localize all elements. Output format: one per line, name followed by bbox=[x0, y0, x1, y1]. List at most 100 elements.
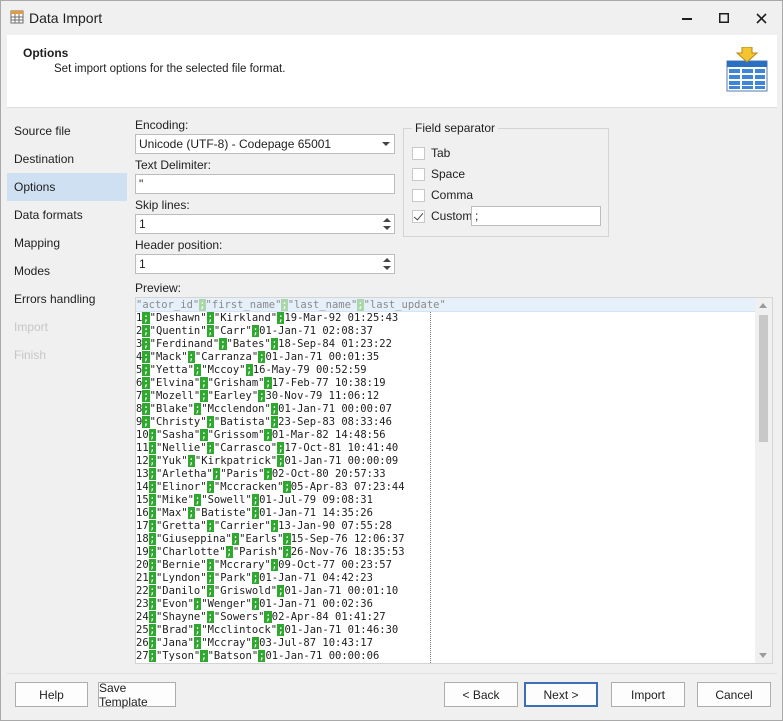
space-checkbox-row[interactable]: Space bbox=[412, 166, 465, 182]
table-row: 2;"Quentin";"Carr";01-Jan-71 02:08:37 bbox=[136, 325, 446, 338]
separator-mark: ; bbox=[283, 533, 291, 545]
preview-cell: "Grissom" bbox=[207, 429, 265, 441]
spin-up-icon[interactable] bbox=[383, 258, 391, 262]
table-row: 11;"Nellie";"Carrasco";17-Oct-81 10:41:4… bbox=[136, 442, 446, 455]
preview-cell: 16-May-79 00:52:59 bbox=[252, 364, 367, 376]
preview-cell: "Batson" bbox=[207, 650, 259, 662]
preview-cell: 11 bbox=[136, 442, 149, 454]
separator-mark: ; bbox=[264, 377, 272, 389]
preview-cell: "Carrasco" bbox=[213, 442, 278, 454]
preview-cell: "Paris" bbox=[220, 468, 265, 480]
text-delimiter-label: Text Delimiter: bbox=[135, 158, 212, 172]
separator-mark: ; bbox=[142, 364, 150, 376]
encoding-label: Encoding: bbox=[135, 118, 189, 132]
preview-cell: "Mozell" bbox=[149, 390, 201, 402]
cancel-button[interactable]: Cancel bbox=[697, 682, 771, 707]
preview-header-row: "actor_id";"first_name";"last_name";"las… bbox=[136, 299, 446, 312]
separator-mark: ; bbox=[187, 455, 195, 467]
separator-mark: ; bbox=[148, 650, 156, 662]
sidebar-item-mapping[interactable]: Mapping bbox=[7, 229, 127, 257]
back-button[interactable]: < Back bbox=[444, 682, 518, 707]
text-delimiter-input[interactable]: " bbox=[135, 174, 395, 194]
close-button[interactable] bbox=[741, 1, 781, 35]
spin-down-icon[interactable] bbox=[383, 226, 391, 230]
preview-pane[interactable]: "actor_id"; "first_name"; "last_name"; "las… bbox=[135, 297, 773, 664]
preview-cell: "Tyson" bbox=[155, 650, 201, 662]
separator-mark: ; bbox=[148, 455, 156, 467]
table-import-icon bbox=[725, 46, 769, 93]
close-icon bbox=[755, 12, 767, 24]
header-position-label: Header position: bbox=[135, 238, 223, 252]
preview-cell: 01-Jan-71 00:00:06 bbox=[265, 650, 380, 662]
tab-checkbox-label: Tab bbox=[431, 146, 451, 160]
custom-checkbox[interactable] bbox=[412, 209, 425, 223]
sidebar-item-modes[interactable]: Modes bbox=[7, 257, 127, 285]
table-row: 14;"Elinor";"Mccracken";05-Apr-83 07:23:… bbox=[136, 481, 446, 494]
space-checkbox[interactable] bbox=[412, 167, 425, 181]
separator-mark: ; bbox=[148, 637, 156, 649]
separator-mark: ; bbox=[142, 325, 150, 337]
table-row: 7;"Mozell";"Earley";30-Nov-79 11:06:12 bbox=[136, 390, 446, 403]
table-row: 15;"Mike";"Sowell";01-Jul-79 09:08:31 bbox=[136, 494, 446, 507]
scroll-up-icon[interactable] bbox=[759, 303, 767, 308]
skip-lines-stepper[interactable]: 1 bbox=[135, 214, 395, 234]
sidebar-item-data-formats[interactable]: Data formats bbox=[7, 201, 127, 229]
preview-cell: "last_update" bbox=[363, 299, 446, 311]
preview-cell: 02-Apr-84 01:41:27 bbox=[271, 611, 386, 623]
separator-mark: ; bbox=[148, 442, 156, 454]
custom-checkbox-row[interactable]: Custom bbox=[412, 208, 472, 224]
custom-separator-input[interactable]: ; bbox=[471, 206, 601, 226]
preview-cell: 18-Sep-84 01:23:22 bbox=[278, 338, 392, 350]
separator-mark: ; bbox=[245, 364, 253, 376]
preview-cell: 17-Feb-77 10:38:19 bbox=[271, 377, 386, 389]
scroll-thumb[interactable] bbox=[759, 315, 768, 442]
spin-up-icon[interactable] bbox=[383, 218, 391, 222]
separator-mark: ; bbox=[200, 390, 208, 402]
step-header: Options Set import options for the selec… bbox=[7, 35, 777, 108]
maximize-button[interactable] bbox=[704, 1, 744, 35]
tab-checkbox[interactable] bbox=[412, 146, 425, 160]
comma-checkbox[interactable] bbox=[412, 188, 425, 202]
wizard-steps: Source file Destination Options Data for… bbox=[7, 109, 127, 673]
sidebar-item-errors-handling[interactable]: Errors handling bbox=[7, 285, 127, 313]
separator-mark: ; bbox=[206, 520, 214, 532]
table-row: 12;"Yuk";"Kirkpatrick";01-Jan-71 00:00:0… bbox=[136, 455, 446, 468]
tab-checkbox-row[interactable]: Tab bbox=[412, 145, 450, 161]
preview-cell: 16 bbox=[136, 507, 149, 519]
skip-lines-label: Skip lines: bbox=[135, 198, 190, 212]
minimize-button[interactable] bbox=[667, 1, 707, 35]
separator-mark: ; bbox=[148, 520, 156, 532]
preview-cell: 13-Jan-90 07:55:28 bbox=[278, 520, 392, 532]
table-row: 6;"Elvina";"Grisham";17-Feb-77 10:38:19 bbox=[136, 377, 446, 390]
preview-cell: "Mccrary" bbox=[213, 559, 271, 571]
separator-mark: ; bbox=[206, 442, 214, 454]
spin-down-icon[interactable] bbox=[383, 266, 391, 270]
sidebar-item-destination[interactable]: Destination bbox=[7, 145, 127, 173]
separator-mark: ; bbox=[264, 429, 272, 441]
save-template-button[interactable]: Save Template bbox=[98, 681, 176, 709]
import-button[interactable]: Import bbox=[611, 682, 685, 707]
encoding-select[interactable]: Unicode (UTF-8) - Codepage 65001 bbox=[135, 134, 395, 154]
preview-cell: 01-Jan-71 00:01:35 bbox=[265, 351, 380, 363]
next-button[interactable]: Next > bbox=[524, 682, 598, 707]
preview-cell: 01-Jan-71 00:00:09 bbox=[284, 455, 399, 467]
comma-checkbox-row[interactable]: Comma bbox=[412, 187, 473, 203]
preview-cell: "Earley" bbox=[207, 390, 259, 402]
preview-cell: 01-Jan-71 04:42:23 bbox=[259, 572, 373, 584]
preview-scrollbar[interactable] bbox=[755, 298, 772, 663]
help-button[interactable]: Help bbox=[15, 682, 88, 707]
separator-mark: ; bbox=[200, 377, 208, 389]
preview-cell: 25 bbox=[136, 624, 149, 636]
preview-cell: 13 bbox=[136, 468, 149, 480]
sidebar-item-source-file[interactable]: Source file bbox=[7, 117, 127, 145]
table-row: 4;"Mack";"Carranza";01-Jan-71 00:01:35 bbox=[136, 351, 446, 364]
table-row: 25;"Brad";"Mcclintock";01-Jan-71 01:46:3… bbox=[136, 624, 446, 637]
sidebar-item-options[interactable]: Options bbox=[7, 173, 127, 201]
header-position-stepper[interactable]: 1 bbox=[135, 254, 395, 274]
text-delimiter-value: " bbox=[139, 177, 144, 191]
preview-cell: 01-Jan-71 00:01:10 bbox=[284, 585, 399, 597]
preview-cell: "Elvina" bbox=[149, 377, 201, 389]
scroll-down-icon[interactable] bbox=[759, 653, 767, 658]
table-row: 16;"Max";"Batiste";01-Jan-71 14:35:26 bbox=[136, 507, 446, 520]
separator-mark: ; bbox=[219, 338, 227, 350]
